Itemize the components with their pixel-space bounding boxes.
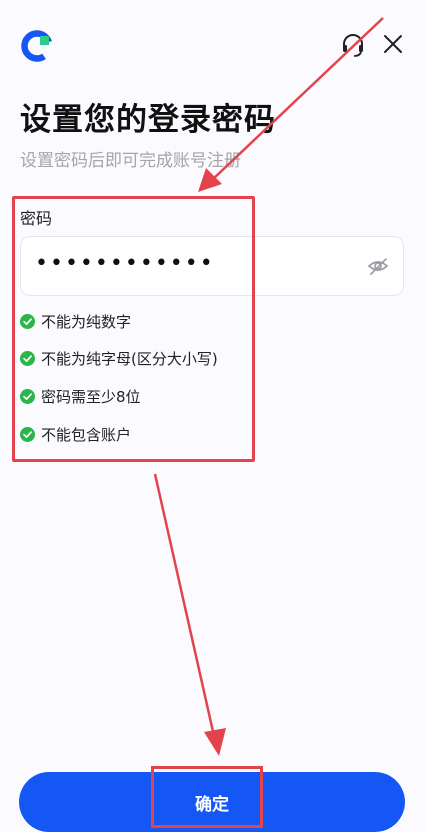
app-logo-icon bbox=[21, 30, 53, 62]
close-icon[interactable] bbox=[382, 33, 404, 55]
annotation-button-highlight bbox=[151, 766, 263, 828]
page-title: 设置您的登录密码 bbox=[20, 102, 276, 138]
annotation-highlight-box bbox=[12, 196, 255, 462]
headset-icon[interactable] bbox=[340, 32, 366, 58]
eye-off-icon[interactable] bbox=[367, 255, 389, 277]
page-subtitle: 设置密码后即可完成账号注册 bbox=[20, 151, 241, 171]
annotation-arrow-bottom bbox=[153, 473, 226, 756]
